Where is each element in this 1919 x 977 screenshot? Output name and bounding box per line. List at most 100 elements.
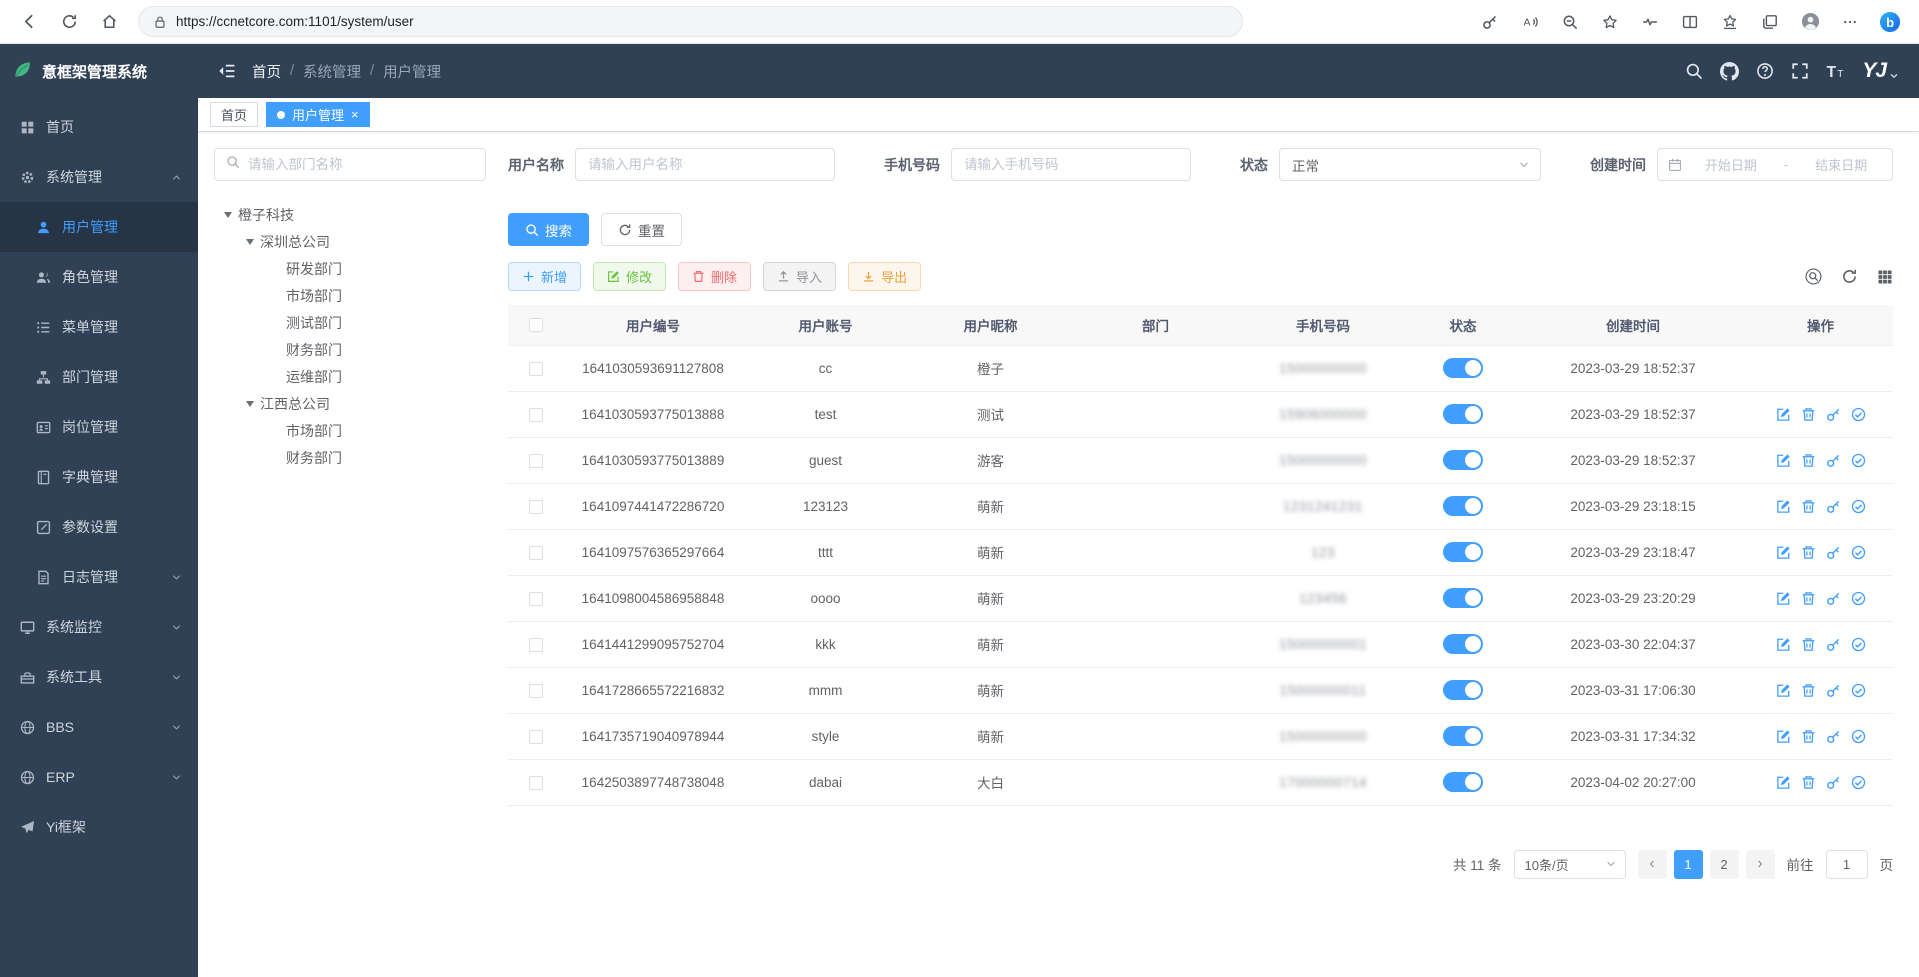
check-circle-icon[interactable] xyxy=(1851,591,1866,606)
key-icon[interactable] xyxy=(1826,683,1841,698)
import-button[interactable]: 导入 xyxy=(763,262,836,291)
row-checkbox[interactable] xyxy=(529,592,543,606)
sidebar-item-config[interactable]: 参数设置 xyxy=(0,502,198,552)
lock-icon[interactable] xyxy=(153,15,167,29)
sidebar-item-home[interactable]: 首页 xyxy=(0,102,198,152)
zoom-out-icon[interactable] xyxy=(1553,5,1587,39)
page-button-2[interactable]: 2 xyxy=(1710,850,1739,879)
tree-node[interactable]: 江西总公司 xyxy=(214,390,486,417)
tree-node[interactable]: 市场部门 xyxy=(214,417,486,444)
profile-avatar[interactable] xyxy=(1793,5,1827,39)
browser-home-icon[interactable] xyxy=(92,5,126,39)
page-button-1[interactable]: 1 xyxy=(1674,850,1703,879)
tree-node[interactable]: 测试部门 xyxy=(214,309,486,336)
fullscreen-icon[interactable] xyxy=(1791,62,1809,80)
row-checkbox[interactable] xyxy=(529,684,543,698)
row-checkbox[interactable] xyxy=(529,546,543,560)
edit-icon[interactable] xyxy=(1776,453,1791,468)
check-circle-icon[interactable] xyxy=(1851,775,1866,790)
delete-button[interactable]: 删除 xyxy=(678,262,751,291)
key-icon[interactable] xyxy=(1826,637,1841,652)
refresh-icon[interactable] xyxy=(1841,268,1858,285)
tree-node[interactable]: 橙子科技 xyxy=(214,201,486,228)
column-settings-icon[interactable] xyxy=(1877,269,1893,285)
more-options-icon[interactable] xyxy=(1833,5,1867,39)
edit-icon[interactable] xyxy=(1776,683,1791,698)
toggle-search-icon[interactable] xyxy=(1805,268,1822,285)
row-checkbox[interactable] xyxy=(529,638,543,652)
date-range-picker[interactable]: 开始日期 - 结束日期 xyxy=(1657,148,1893,181)
edit-icon[interactable] xyxy=(1776,545,1791,560)
key-icon[interactable] xyxy=(1826,775,1841,790)
breadcrumb-item[interactable]: 系统管理 xyxy=(303,61,361,82)
delete-icon[interactable] xyxy=(1801,499,1816,514)
read-aloud-icon[interactable]: A xyxy=(1513,5,1547,39)
favorites-bar-icon[interactable] xyxy=(1713,5,1747,39)
breadcrumb-item[interactable]: 用户管理 xyxy=(383,61,441,82)
check-circle-icon[interactable] xyxy=(1851,453,1866,468)
tree-node[interactable]: 财务部门 xyxy=(214,336,486,363)
sidebar-item-system[interactable]: 系统管理 xyxy=(0,152,198,202)
tab-首页[interactable]: 首页 xyxy=(210,102,258,127)
status-toggle[interactable] xyxy=(1443,404,1483,424)
reload-icon[interactable] xyxy=(52,5,86,39)
caret-down-icon[interactable] xyxy=(246,401,254,411)
collections-icon[interactable] xyxy=(1753,5,1787,39)
user-avatar-logo[interactable]: YJ xyxy=(1862,59,1899,83)
key-icon[interactable] xyxy=(1826,453,1841,468)
github-icon[interactable] xyxy=(1720,62,1739,81)
add-button[interactable]: 新增 xyxy=(508,262,581,291)
status-toggle[interactable] xyxy=(1443,450,1483,470)
favorite-star-icon[interactable] xyxy=(1593,5,1627,39)
tree-node[interactable]: 运维部门 xyxy=(214,363,486,390)
row-checkbox[interactable] xyxy=(529,408,543,422)
delete-icon[interactable] xyxy=(1801,775,1816,790)
check-circle-icon[interactable] xyxy=(1851,499,1866,514)
status-toggle[interactable] xyxy=(1443,588,1483,608)
tree-node[interactable]: 市场部门 xyxy=(214,282,486,309)
delete-icon[interactable] xyxy=(1801,683,1816,698)
status-toggle[interactable] xyxy=(1443,358,1483,378)
edit-button[interactable]: 修改 xyxy=(593,262,666,291)
status-toggle[interactable] xyxy=(1443,496,1483,516)
key-icon[interactable] xyxy=(1826,407,1841,422)
status-toggle[interactable] xyxy=(1443,680,1483,700)
tree-node[interactable]: 研发部门 xyxy=(214,255,486,282)
split-screen-icon[interactable] xyxy=(1673,5,1707,39)
username-input[interactable] xyxy=(575,148,835,181)
row-checkbox[interactable] xyxy=(529,362,543,376)
font-size-icon[interactable]: TT xyxy=(1826,62,1845,81)
question-icon[interactable] xyxy=(1756,62,1774,80)
prev-page-button[interactable]: ‹ xyxy=(1638,850,1667,879)
edit-icon[interactable] xyxy=(1776,499,1791,514)
delete-icon[interactable] xyxy=(1801,545,1816,560)
sidebar-item-monitor[interactable]: 系统监控 xyxy=(0,602,198,652)
sidebar-item-erp[interactable]: ERP xyxy=(0,752,198,802)
sidebar-item-dept[interactable]: 部门管理 xyxy=(0,352,198,402)
caret-down-icon[interactable] xyxy=(224,212,232,222)
sidebar-item-log[interactable]: 日志管理 xyxy=(0,552,198,602)
breadcrumb-item[interactable]: 首页 xyxy=(252,61,281,82)
key-icon[interactable] xyxy=(1826,545,1841,560)
status-select[interactable]: 正常 xyxy=(1279,148,1541,181)
sidebar-item-role[interactable]: 角色管理 xyxy=(0,252,198,302)
copilot-icon[interactable]: b xyxy=(1873,5,1907,39)
tree-node[interactable]: 财务部门 xyxy=(214,444,486,471)
sidebar-item-tools[interactable]: 系统工具 xyxy=(0,652,198,702)
delete-icon[interactable] xyxy=(1801,637,1816,652)
edit-icon[interactable] xyxy=(1776,729,1791,744)
export-button[interactable]: 导出 xyxy=(848,262,921,291)
hamburger-icon[interactable] xyxy=(218,62,236,80)
check-circle-icon[interactable] xyxy=(1851,545,1866,560)
key-icon[interactable] xyxy=(1826,499,1841,514)
app-logo[interactable]: 意框架管理系统 xyxy=(0,44,198,98)
back-icon[interactable] xyxy=(12,5,46,39)
search-button[interactable]: 搜索 xyxy=(508,213,589,246)
delete-icon[interactable] xyxy=(1801,591,1816,606)
search-icon[interactable] xyxy=(1685,62,1703,80)
check-circle-icon[interactable] xyxy=(1851,729,1866,744)
status-toggle[interactable] xyxy=(1443,726,1483,746)
key-icon[interactable] xyxy=(1826,591,1841,606)
row-checkbox[interactable] xyxy=(529,776,543,790)
sidebar-item-bbs[interactable]: BBS xyxy=(0,702,198,752)
